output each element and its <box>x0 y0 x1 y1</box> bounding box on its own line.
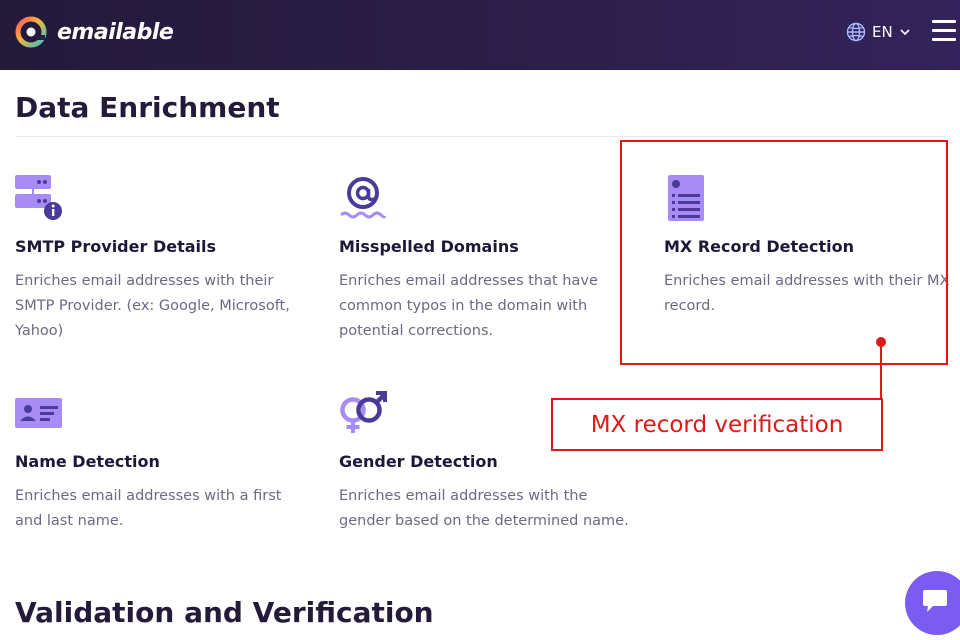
chat-icon <box>923 590 947 612</box>
annotation-connector-line <box>880 343 882 400</box>
section-title-validation: Validation and Verification <box>15 596 434 629</box>
feature-description: Enriches email addresses that have commo… <box>339 273 598 339</box>
brand-name: emailable <box>57 19 174 45</box>
annotation-label: MX record verification <box>590 411 844 438</box>
feature-description: Enriches email addresses with a first an… <box>15 488 282 529</box>
top-navigation-bar: emailable EN <box>0 0 960 70</box>
gender-icon <box>340 391 387 433</box>
annotation-highlight-box <box>620 140 948 365</box>
annotation-connector-dot <box>876 337 886 347</box>
chevron-down-icon <box>900 29 910 36</box>
id-card-icon <box>15 398 62 428</box>
language-selector[interactable]: EN <box>846 20 911 44</box>
feature-title: Gender Detection <box>339 452 498 471</box>
server-info-icon <box>15 175 62 220</box>
section-divider <box>15 136 945 137</box>
feature-title: Misspelled Domains <box>339 237 519 256</box>
brand-logo[interactable]: emailable <box>14 14 174 50</box>
annotation-callout: MX record verification <box>551 398 883 451</box>
emailable-logo-icon <box>15 16 47 48</box>
globe-icon <box>846 22 866 42</box>
feature-title: SMTP Provider Details <box>15 237 217 256</box>
chat-widget-button[interactable] <box>905 571 960 635</box>
at-sign-icon <box>339 177 387 219</box>
section-title-data-enrichment: Data Enrichment <box>15 91 280 124</box>
language-label: EN <box>872 23 893 41</box>
feature-description: Enriches email addresses with the gender… <box>339 488 629 529</box>
feature-title: Name Detection <box>15 452 160 471</box>
hamburger-menu-icon[interactable] <box>932 20 956 42</box>
feature-description: Enriches email addresses with their SMTP… <box>15 273 290 339</box>
